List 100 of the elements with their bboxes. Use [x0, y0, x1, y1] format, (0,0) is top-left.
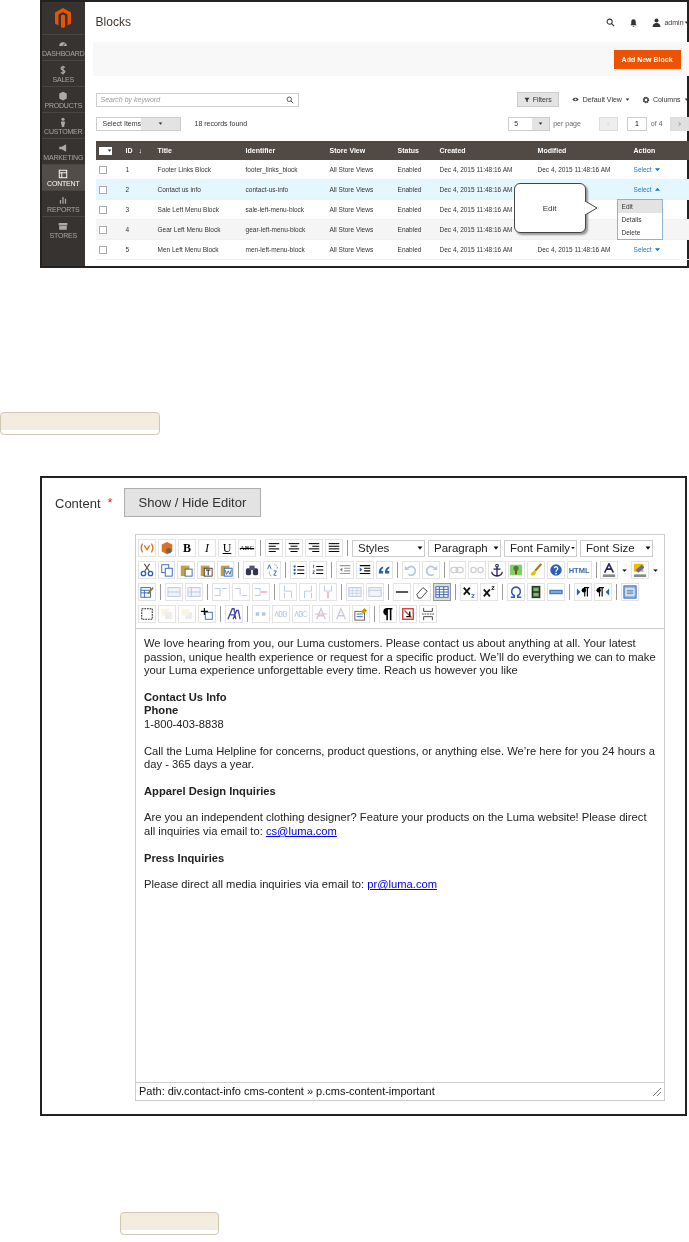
eraser-icon: [415, 585, 429, 599]
row-checkbox[interactable]: [98, 165, 107, 174]
widget-button[interactable]: [138, 539, 156, 557]
settings-icon: [641, 95, 650, 104]
split-cells-icon: [368, 585, 382, 599]
format-button[interactable]: U: [218, 539, 236, 557]
caret-icon: [683, 19, 689, 25]
content-heading: Press Inquiries: [144, 851, 226, 866]
table-button[interactable]: [433, 583, 451, 601]
layout-icon: [58, 169, 69, 179]
clipboard-icon: [179, 563, 194, 577]
store-icon: [58, 221, 69, 231]
format-dropdown[interactable]: Styles: [352, 539, 425, 557]
style-props-button[interactable]: [225, 605, 243, 623]
select-all-checkbox[interactable]: [98, 146, 112, 155]
content-text: We love hearing from you, our Luma customers. Please contact us about anything at all. Your latest passion, unique health experience or request for a specific product. We’ll do everything we can to make your Luma experience unforgettable every time. Reach us however you like: [144, 637, 656, 678]
bullet-list-button[interactable]: [289, 561, 308, 579]
email-link[interactable]: pr@luma.com: [367, 878, 438, 891]
widget-icon: [140, 541, 154, 555]
horizontal-rule-button[interactable]: [393, 583, 411, 601]
pilcrow-button[interactable]: [379, 605, 397, 623]
format-dropdown[interactable]: Paragraph: [428, 539, 501, 557]
scissors-button[interactable]: [138, 561, 156, 579]
table-cell-icon: [187, 585, 201, 599]
indent-button[interactable]: [355, 561, 374, 579]
subscript-button[interactable]: [460, 583, 478, 601]
superscript-button[interactable]: [480, 583, 498, 601]
clipboard-button[interactable]: [177, 561, 196, 579]
element-path: Path: div.contact-info cms-content » p.cms-content-important: [139, 1085, 436, 1097]
align-right-button[interactable]: [305, 539, 323, 557]
email-link[interactable]: cs@luma.com: [265, 824, 337, 837]
content-text: Please direct all media inquiries via email to: pr@luma.com: [144, 878, 439, 892]
quote-button[interactable]: [375, 561, 394, 579]
format-dropdown[interactable]: Font Family: [504, 539, 577, 557]
undo-icon: [404, 563, 419, 577]
text-color-button[interactable]: [600, 561, 619, 579]
justify-button[interactable]: [325, 539, 343, 557]
show-hide-editor-button[interactable]: Show / Hide Editor: [123, 488, 262, 517]
deleted-text-icon: [314, 607, 328, 621]
content-text: 1-800-403-8838: [144, 717, 225, 732]
format-dropdown[interactable]: Font Size: [580, 539, 653, 557]
rtl-icon: [596, 585, 610, 599]
rtl-button[interactable]: [594, 583, 612, 601]
replace-icon: [264, 563, 279, 577]
required-mark: *: [107, 495, 113, 510]
eraser-button[interactable]: [413, 583, 431, 601]
help-button[interactable]: [547, 561, 565, 579]
clipboard-text-button[interactable]: [197, 561, 215, 579]
nonbreaking-button[interactable]: [399, 605, 417, 623]
attributes-button[interactable]: [352, 605, 370, 623]
caret-icon: [537, 121, 543, 126]
anchor-button[interactable]: [487, 561, 506, 579]
gauge-icon: [58, 39, 69, 49]
caret-icon: [157, 121, 163, 126]
dashed-box-button[interactable]: [138, 605, 156, 623]
format-button[interactable]: I: [198, 539, 216, 557]
caret-icon: [683, 97, 689, 102]
row-checkbox[interactable]: [98, 225, 107, 234]
insert-layer-button[interactable]: [198, 605, 216, 623]
align-center-button[interactable]: [285, 539, 303, 557]
row-checkbox[interactable]: [98, 185, 107, 194]
numbered-list-icon: [311, 563, 326, 577]
nonbreaking-icon: [401, 607, 415, 621]
caret-icon: [416, 544, 424, 552]
indent-icon: [357, 563, 372, 577]
binoculars-button[interactable]: [243, 561, 262, 579]
row-checkbox[interactable]: [98, 205, 107, 214]
merge-cells-icon: [348, 585, 362, 599]
callout: Edit: [513, 183, 586, 233]
table-edit-button[interactable]: [138, 583, 156, 601]
align-center-icon: [287, 541, 301, 555]
table-edit-icon: [140, 585, 154, 599]
caret-icon: [106, 148, 112, 153]
ltr-button[interactable]: [574, 583, 592, 601]
search-icon: [285, 95, 294, 104]
row-checkbox[interactable]: [98, 245, 107, 254]
brush-button[interactable]: [527, 561, 545, 579]
eye-icon: [570, 96, 580, 103]
format-button[interactable]: B: [178, 539, 196, 557]
copy-button[interactable]: [157, 561, 176, 579]
scissors-icon: [139, 563, 154, 577]
dashed-box-icon: [140, 607, 154, 621]
text-color-icon: [602, 563, 617, 577]
page-break-button[interactable]: [419, 605, 437, 623]
clipboard-word-button[interactable]: [216, 561, 235, 579]
field-label: Content: [55, 495, 101, 511]
caret-icon: [644, 544, 652, 552]
highlight-icon: [633, 563, 647, 577]
picture-button[interactable]: [507, 561, 526, 579]
align-left-button[interactable]: [265, 539, 283, 557]
style-props-icon: [227, 607, 241, 621]
pilcrow-icon: [381, 607, 395, 621]
film-button[interactable]: [527, 583, 545, 601]
highlight-button[interactable]: [631, 561, 649, 579]
omega-button[interactable]: [507, 583, 525, 601]
bar-chart-icon: [58, 195, 69, 205]
clipboard-word-icon: [218, 563, 233, 577]
numbered-list-button[interactable]: [309, 561, 328, 579]
box-icon: [58, 91, 69, 101]
outdent-icon: [338, 563, 352, 577]
